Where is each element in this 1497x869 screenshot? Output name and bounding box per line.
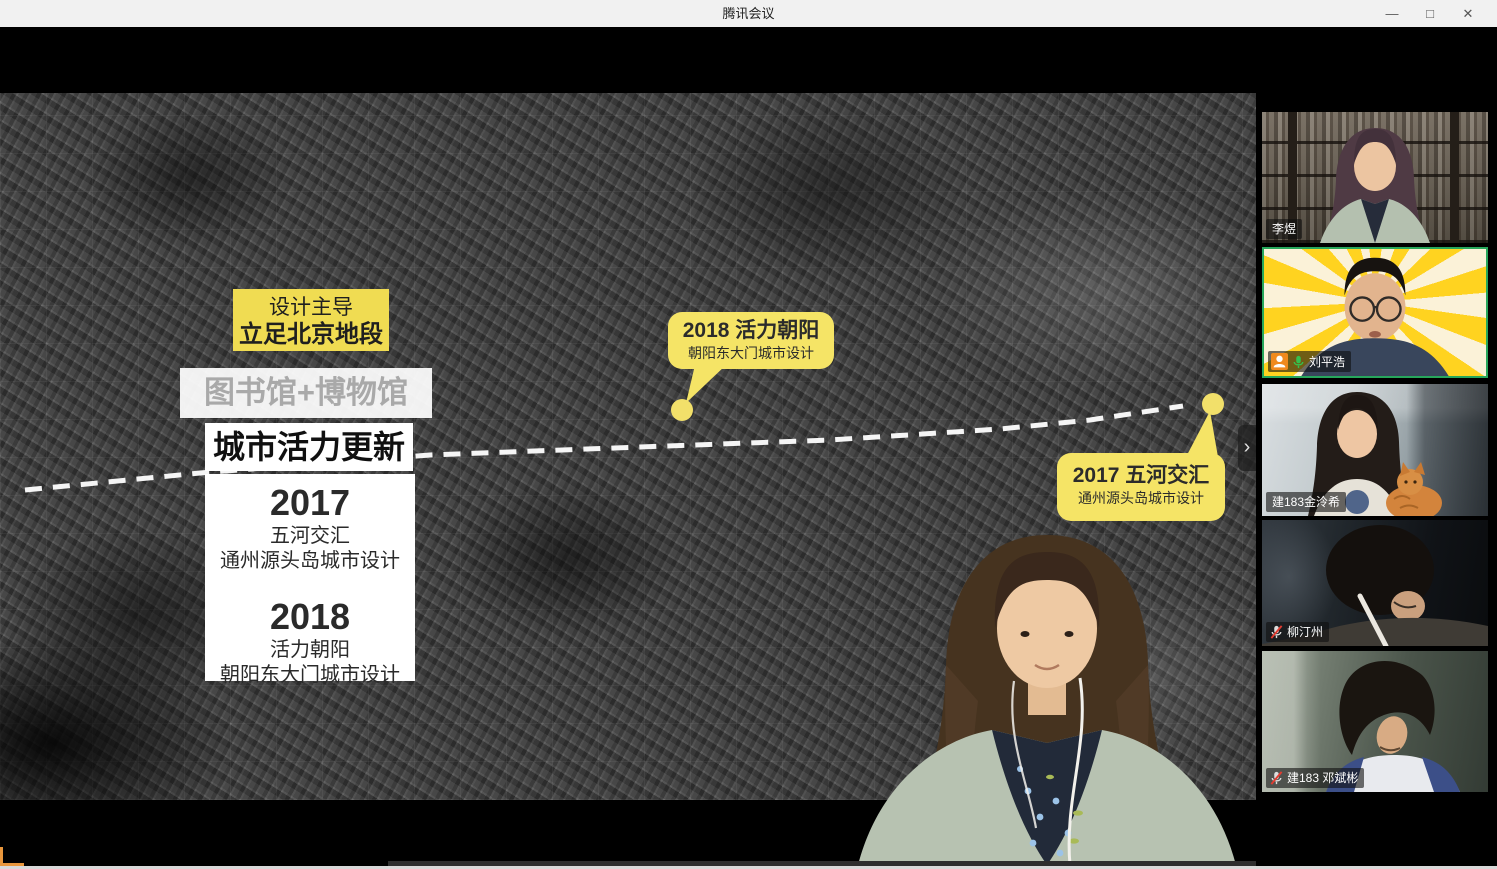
maximize-button[interactable]: □ [1411,0,1449,27]
minimize-button[interactable]: — [1373,0,1411,27]
design-lead-line1: 设计主导 [233,294,389,321]
participant-nameplate: 柳汀州 [1266,622,1329,642]
presenter-video-overlay [828,533,1252,865]
callout-2017: 2017 五河交汇 通州源头岛城市设计 [1057,453,1225,521]
presenter-eye [1065,631,1074,637]
participant-name: 柳汀州 [1287,624,1323,640]
map-dot-2018 [671,399,693,421]
project-desc-2018: 朝阳东大门城市设计 [205,663,415,688]
callout-2018-tail [686,365,726,403]
shared-screen-stage: 设计主导 立足北京地段 图书馆+博物馆 城市活力更新 2017 五河交汇 通州源… [0,27,1256,869]
tencent-meeting-window: 腾讯会议 — □ ✕ 设计主导 立足北京地段 图书馆+博物馆 城市活力更新 [0,0,1497,869]
library-museum-tag: 图书馆+博物馆 [180,368,432,418]
project-name-2017: 五河交汇 [205,524,415,549]
urban-vitality-tag: 城市活力更新 [205,423,413,471]
project-year-2018: 2018 [205,596,415,638]
callout-2018-title: 2018 活力朝阳 [668,318,834,344]
callout-2017-tail [1186,411,1218,457]
participant-name: 李煜 [1272,221,1296,237]
participant-nameplate: 建183 邓斌彬 [1266,768,1364,788]
projects-panel: 2017 五河交汇 通州源头岛城市设计 2018 活力朝阳 朝阳东大门城市设计 [205,474,415,681]
participant-nameplate: 刘平浩 [1268,351,1351,372]
participant-name: 建183金泠希 [1272,494,1340,510]
participant-tile-dengbinbin[interactable]: 建183 邓斌彬 [1262,651,1488,792]
callout-2018: 2018 活力朝阳 朝阳东大门城市设计 [668,312,834,369]
design-lead-line2: 立足北京地段 [233,321,389,349]
window-title: 腾讯会议 [0,0,1497,27]
close-button[interactable]: ✕ [1449,0,1487,27]
callout-2018-subtitle: 朝阳东大门城市设计 [668,344,834,363]
project-desc-2017: 通州源头岛城市设计 [205,549,415,574]
participant-tile-liyu[interactable]: 李煜 [1262,112,1488,243]
dashed-route-line [25,406,1183,490]
participant-name: 建183 邓斌彬 [1287,770,1358,786]
window-controls: — □ ✕ [1373,0,1487,27]
participant-tile-liutingzhou[interactable]: 柳汀州 [1262,520,1488,646]
participant-nameplate: 李煜 [1266,219,1302,239]
callout-2017-subtitle: 通州源头岛城市设计 [1057,489,1225,508]
mic-muted-icon [1269,624,1284,640]
mic-on-icon [1291,354,1306,370]
map-dot-2017 [1202,393,1224,415]
mic-muted-icon [1269,770,1284,786]
project-year-2017: 2017 [205,482,415,524]
titlebar[interactable]: 腾讯会议 — □ ✕ [0,0,1497,27]
design-lead-tag: 设计主导 立足北京地段 [233,289,389,351]
sidebar-collapse-arrow[interactable]: › [1238,425,1256,471]
participant-tile-liupinghao-active-speaker[interactable]: 刘平浩 [1262,247,1488,378]
participant-name: 刘平浩 [1309,354,1345,370]
share-region-corner-marker [0,847,24,866]
callout-2017-title: 2017 五河交汇 [1057,463,1225,489]
presenter-badge-icon [1271,353,1288,370]
project-name-2018: 活力朝阳 [205,638,415,663]
participants-sidebar: 李煜 刘平浩 [1256,27,1497,869]
participant-nameplate: 建183金泠希 [1266,492,1346,512]
participant-tile-jinlingxi[interactable]: 建183金泠希 [1262,384,1488,516]
presenter-eye [1021,631,1030,637]
